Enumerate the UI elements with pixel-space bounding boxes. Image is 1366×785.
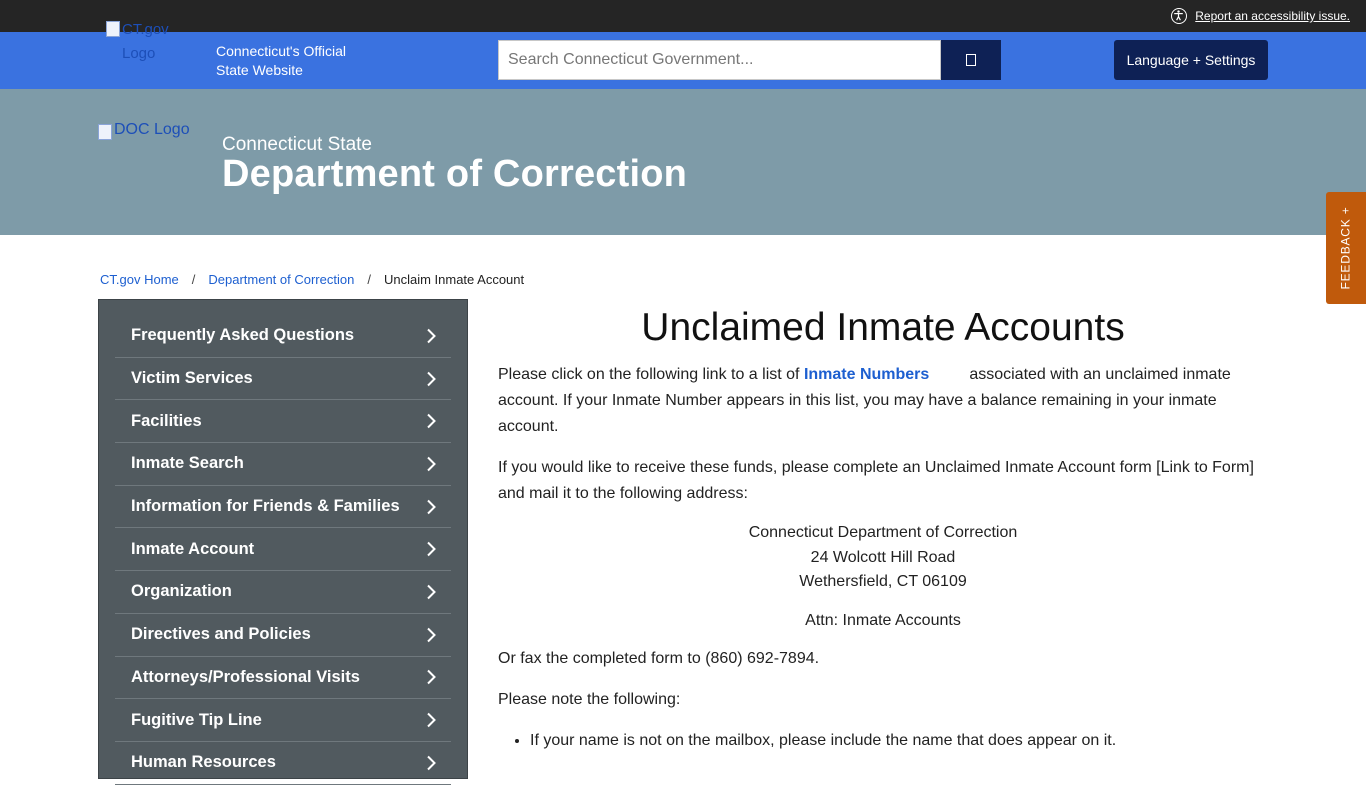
agency-title[interactable]: Department of Correction	[222, 153, 687, 196]
broken-image-icon	[106, 21, 120, 37]
breadcrumb-link-department[interactable]: Department of Correction	[208, 272, 354, 287]
inmate-numbers-link[interactable]: Inmate Numbers	[804, 366, 929, 383]
address-line: 24 Wolcott Hill Road	[810, 548, 956, 566]
feedback-tab[interactable]: FEEDBACK +	[1326, 192, 1366, 304]
search-icon	[966, 54, 976, 66]
chevron-right-icon	[423, 584, 439, 600]
sidebar-item-label: Information for Friends & Families	[131, 497, 400, 516]
sidebar-item-organization[interactable]: Organization	[115, 571, 451, 614]
sidebar-item-friends-families[interactable]: Information for Friends & Families	[115, 486, 451, 529]
sidebar-item-human-resources[interactable]: Human Resources	[115, 742, 451, 785]
search-input[interactable]	[498, 40, 941, 80]
sidebar-item-inmate-search[interactable]: Inmate Search	[115, 443, 451, 486]
sidebar-item-victim-services[interactable]: Victim Services	[115, 358, 451, 401]
broken-image-icon	[98, 124, 112, 140]
ctgov-logo-alt: CT.gov Logo	[122, 21, 169, 62]
sidebar-nav: Frequently Asked Questions Victim Servic…	[98, 299, 468, 785]
ctgov-logo[interactable]: CT.gov Logo	[106, 18, 190, 66]
list-item: If your name is not on the mailbox, plea…	[530, 728, 1268, 754]
breadcrumb-separator: /	[191, 272, 196, 287]
fax-paragraph: Or fax the completed form to (860) 692-7…	[498, 649, 820, 667]
sidebar-item-inmate-account[interactable]: Inmate Account	[115, 528, 451, 572]
sidebar-item-label: Attorneys/Professional Visits	[131, 667, 360, 686]
chevron-right-icon	[423, 712, 439, 728]
doc-logo[interactable]: DOC Logo	[98, 121, 190, 140]
breadcrumb-link-home[interactable]: CT.gov Home	[100, 272, 179, 287]
main-content: Unclaimed Inmate Accounts Please click o…	[498, 300, 1268, 754]
chevron-right-icon	[423, 627, 439, 643]
sidebar-item-directives-policies[interactable]: Directives and Policies	[115, 614, 451, 657]
language-settings-button[interactable]: Language + Settings	[1114, 40, 1268, 80]
sidebar-item-label: Organization	[131, 582, 232, 601]
sidebar-item-label: Human Resources	[131, 753, 276, 772]
chevron-right-icon	[423, 328, 439, 344]
search-button[interactable]	[941, 40, 1001, 80]
instructions-paragraph: If you would like to receive these funds…	[498, 459, 1254, 502]
accessibility-bar: Report an accessibility issue.	[0, 0, 1366, 32]
doc-logo-alt: DOC Logo	[114, 121, 190, 138]
sidebar-item-fugitive-tip-line[interactable]: Fugitive Tip Line	[115, 699, 451, 742]
site-search	[498, 40, 1001, 80]
mailing-address: Connecticut Department of Correction 24 …	[498, 521, 1268, 595]
breadcrumb-separator: /	[367, 272, 371, 287]
intro-text-before: Please click on the following link to a …	[498, 366, 804, 383]
address-line: Wethersfield, CT 06109	[799, 573, 967, 590]
agency-header: DOC Logo Connecticut State Department of…	[0, 89, 1366, 235]
breadcrumb-current: Unclaim Inmate Account	[383, 272, 525, 287]
address-attention: Attn: Inmate Accounts	[805, 611, 961, 629]
chevron-right-icon	[423, 499, 439, 515]
accessibility-report[interactable]: Report an accessibility issue.	[1171, 5, 1350, 27]
sidebar-item-faq[interactable]: Frequently Asked Questions	[115, 315, 451, 358]
sidebar-item-label: Frequently Asked Questions	[131, 326, 355, 345]
sidebar-item-label: Victim Services	[131, 369, 253, 388]
chevron-right-icon	[423, 371, 439, 387]
notes-list: If your name is not on the mailbox, plea…	[498, 728, 1268, 754]
sidebar-item-label: Inmate Account	[131, 539, 255, 558]
chevron-right-icon	[423, 669, 439, 685]
sidebar-item-attorneys-visits[interactable]: Attorneys/Professional Visits	[115, 657, 451, 700]
sidebar-item-facilities[interactable]: Facilities	[115, 400, 451, 444]
breadcrumb: CT.gov Home / Department of Correction /…	[100, 272, 524, 287]
sidebar-item-label: Inmate Search	[131, 454, 244, 473]
feedback-label: FEEDBACK +	[1339, 206, 1353, 290]
note-heading: Please note the following:	[498, 690, 681, 708]
ctgov-official-text: Connecticut's Official State Website	[216, 43, 347, 78]
accessibility-icon	[1171, 8, 1188, 24]
address-line: Connecticut Department of Correction	[748, 524, 1018, 541]
chevron-right-icon	[423, 541, 439, 557]
chevron-right-icon	[423, 755, 439, 771]
sidebar-item-label: Facilities	[131, 411, 202, 430]
page-title: Unclaimed Inmate Accounts	[641, 306, 1125, 349]
accessibility-report-link[interactable]: Report an accessibility issue.	[1195, 9, 1350, 23]
chevron-right-icon	[423, 456, 439, 472]
chevron-right-icon	[423, 413, 439, 429]
intro-paragraph: Please click on the following link to a …	[498, 362, 1268, 440]
sidebar-item-label: Directives and Policies	[131, 625, 311, 644]
sidebar-item-label: Fugitive Tip Line	[131, 710, 262, 729]
